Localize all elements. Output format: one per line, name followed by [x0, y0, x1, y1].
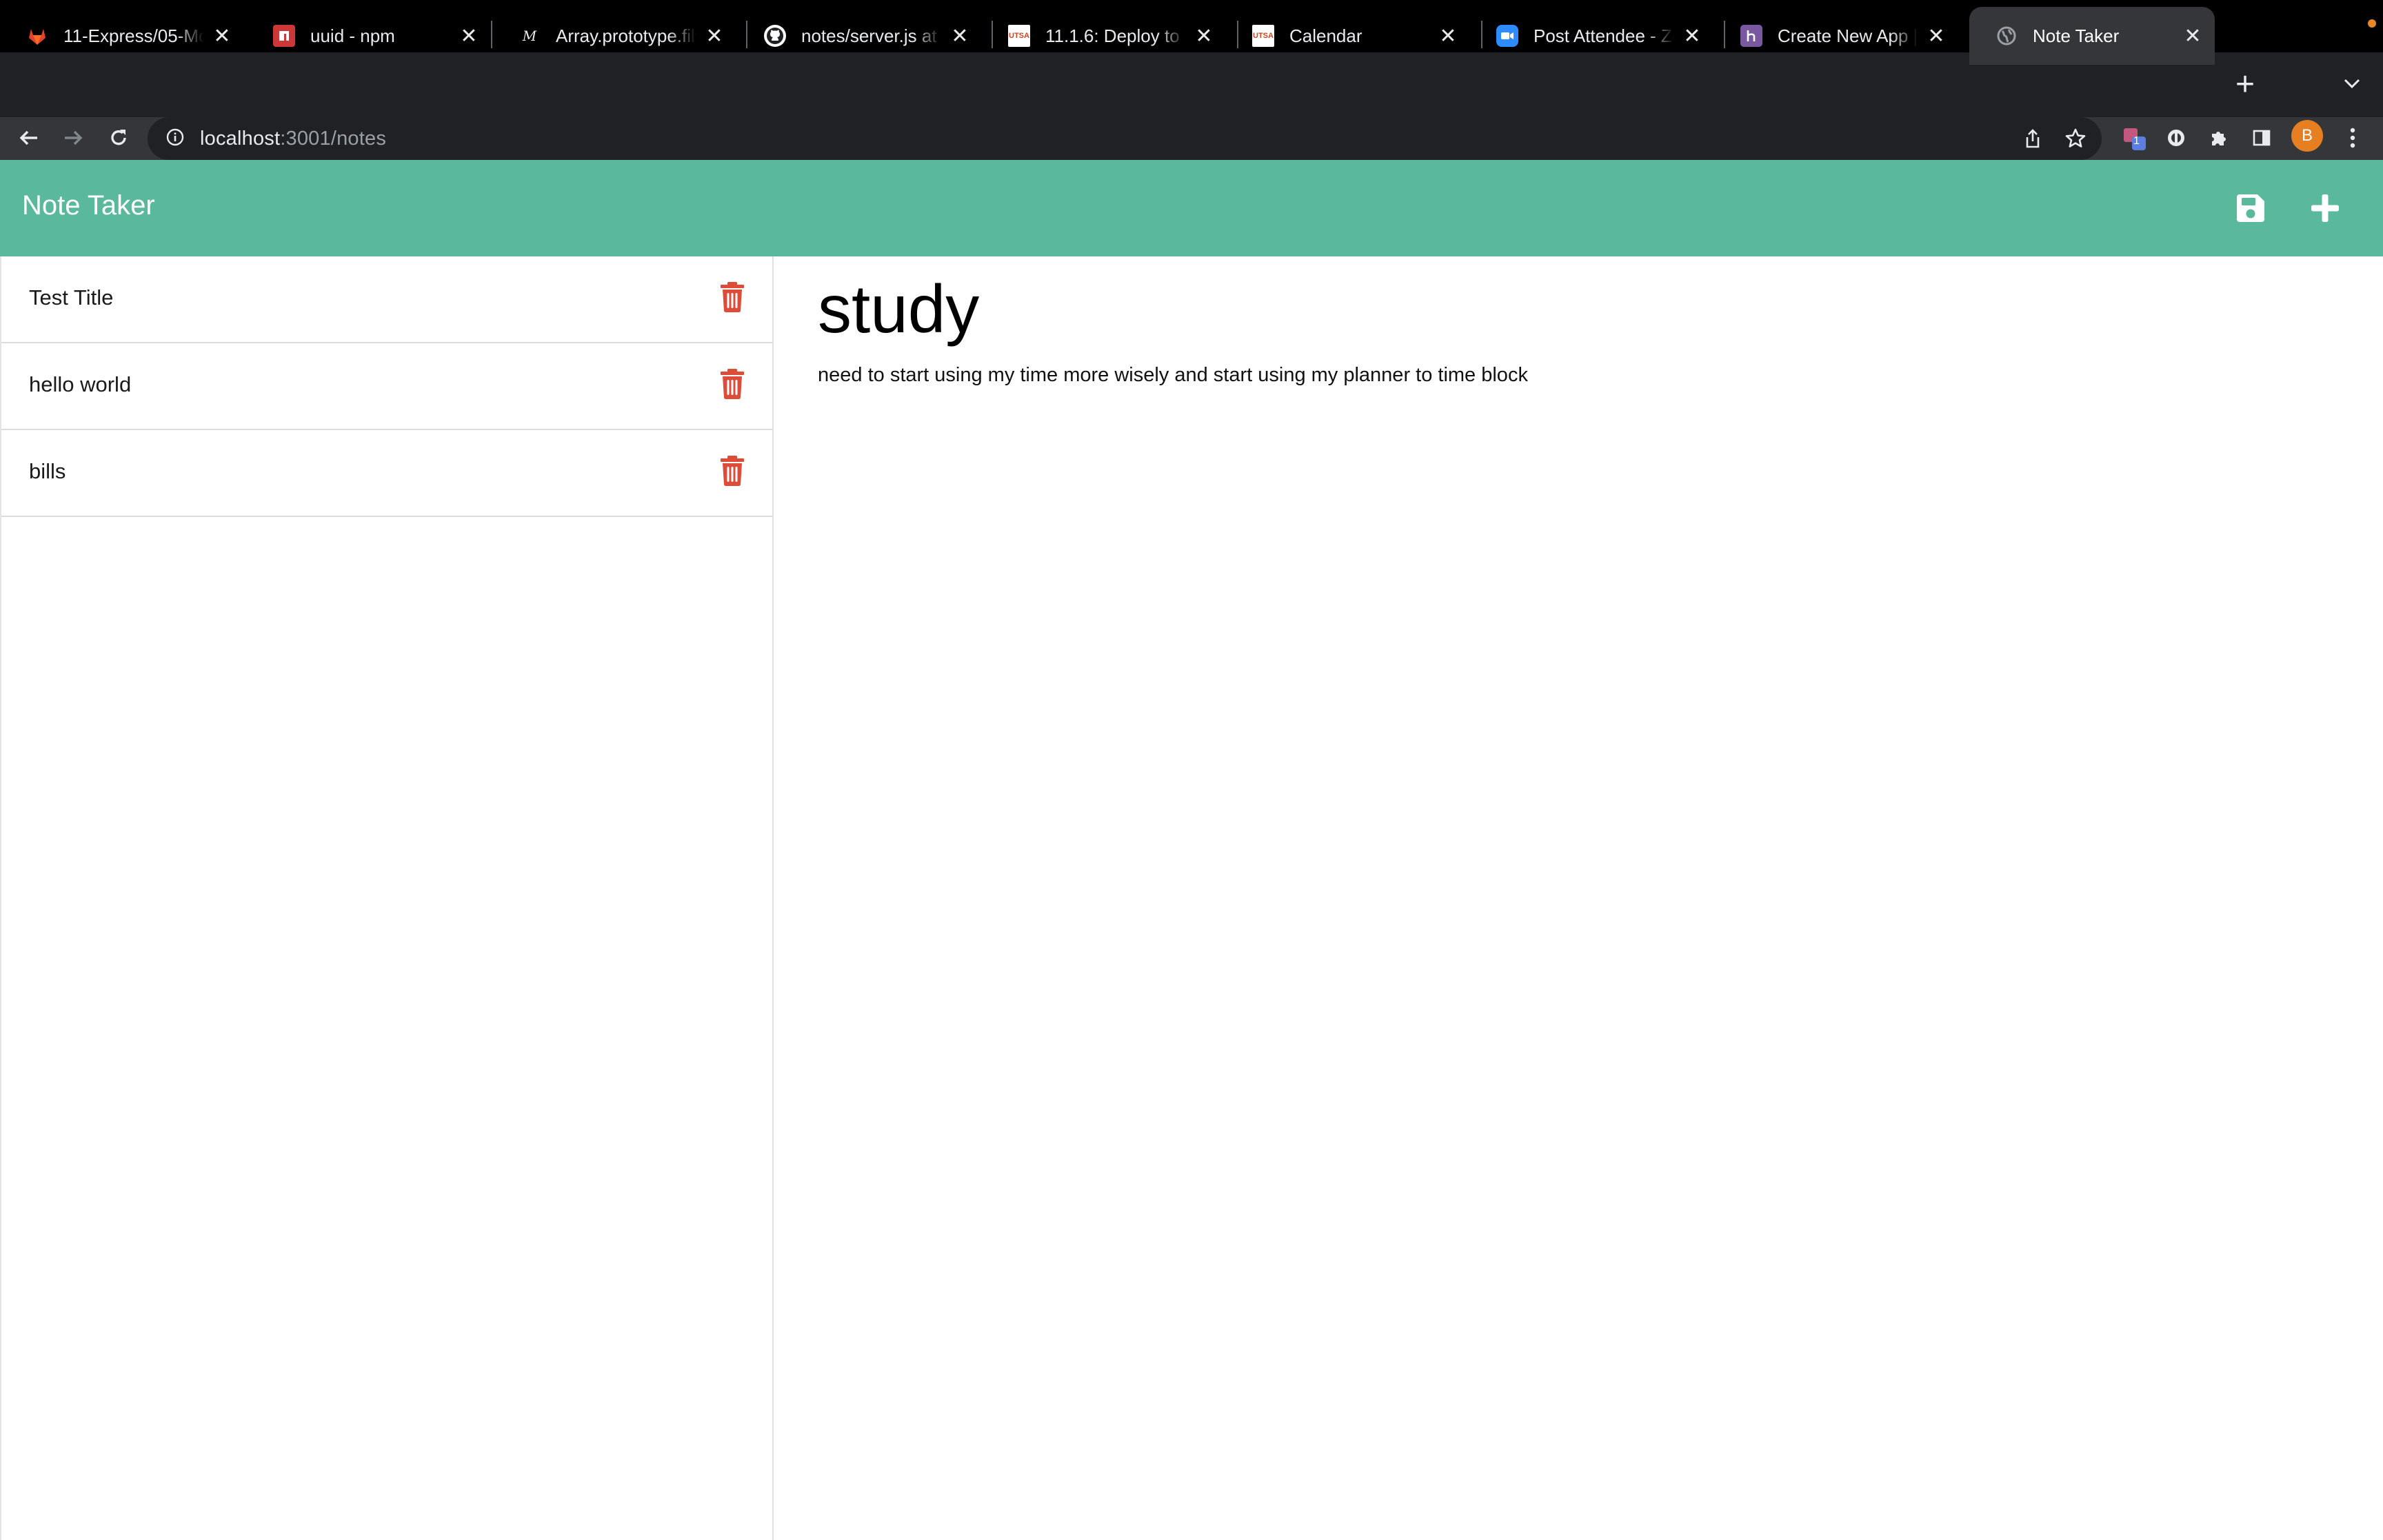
tab-title: Note Taker	[2033, 25, 2120, 46]
tab-title: Array.prototype.filter	[556, 25, 696, 46]
note-list-item[interactable]: hello world	[1, 343, 772, 430]
extension-badge-count: 1	[2133, 135, 2140, 147]
close-icon[interactable]: ✕	[2180, 23, 2205, 48]
note-list-item[interactable]: Test Title	[1, 256, 772, 343]
note-list-item[interactable]: bills	[1, 430, 772, 517]
tab-title: uuid - npm	[310, 25, 395, 46]
browser-tab[interactable]: UTSA Calendar ✕	[1226, 7, 1470, 65]
bookmark-star-icon[interactable]	[2059, 117, 2092, 160]
utsa-icon: UTSA	[1008, 25, 1030, 47]
note-list: Test Title hello world bills	[1, 256, 772, 517]
gitlab-icon	[26, 25, 48, 47]
address-bar[interactable]: localhost:3001/notes	[148, 117, 2102, 160]
tab-title: Create New App | He	[1778, 25, 1918, 46]
puzzle-extensions-icon[interactable]	[2200, 119, 2238, 157]
tab-title: 11-Express/05-Modu	[63, 25, 204, 46]
note-list-title[interactable]: Test Title	[29, 285, 113, 310]
browser-tab-active[interactable]: Note Taker ✕	[1969, 7, 2215, 65]
close-icon[interactable]: ✕	[210, 23, 234, 48]
close-icon[interactable]: ✕	[702, 23, 727, 48]
tab-title: 11.1.6: Deploy to He	[1045, 25, 1186, 46]
recording-indicator	[2368, 19, 2376, 28]
kebab-menu-icon[interactable]	[2333, 119, 2372, 157]
side-panel-icon[interactable]	[2242, 119, 2281, 157]
browser-tab[interactable]: uuid - npm ✕	[247, 7, 491, 65]
mdn-icon: M	[522, 28, 537, 44]
app-navbar: Note Taker	[0, 160, 2383, 256]
globe-icon	[1995, 25, 2018, 47]
forward-arrow-icon[interactable]	[54, 119, 92, 157]
note-text-field[interactable]: need to start using my time more wisely …	[818, 364, 2335, 387]
extension-badge-icon[interactable]: 1	[2115, 119, 2154, 157]
chevron-down-icon[interactable]	[2337, 69, 2366, 98]
utsa-icon: UTSA	[1252, 25, 1274, 47]
browser-tab[interactable]: UTSA 11.1.6: Deploy to He ✕	[982, 7, 1226, 65]
tab-title: Post Attendee - Zoo	[1534, 25, 1674, 46]
browser-tab[interactable]: M Array.prototype.filter ✕	[492, 7, 736, 65]
browser-tab[interactable]: notes/server.js at m ✕	[738, 7, 982, 65]
url-text[interactable]: localhost:3001/notes	[200, 128, 386, 150]
note-list-title[interactable]: bills	[29, 459, 66, 484]
trash-icon[interactable]	[718, 281, 746, 313]
info-icon[interactable]	[165, 128, 185, 150]
close-icon[interactable]: ✕	[947, 23, 972, 48]
zoom-icon	[1496, 25, 1518, 47]
trash-icon[interactable]	[718, 368, 746, 400]
reload-icon[interactable]	[99, 119, 138, 157]
navbar-brand[interactable]: Note Taker	[22, 190, 155, 221]
tab-title: Calendar	[1289, 25, 1363, 46]
new-note-icon[interactable]	[2303, 186, 2347, 230]
github-icon	[764, 25, 786, 47]
heroku-icon	[1740, 25, 1762, 47]
trash-icon[interactable]	[718, 455, 746, 487]
profile-avatar[interactable]: B	[2291, 120, 2323, 152]
notes-sidebar: Test Title hello world bills	[0, 256, 774, 1540]
back-arrow-icon[interactable]	[10, 119, 48, 157]
share-icon[interactable]	[2016, 117, 2049, 160]
note-list-title[interactable]: hello world	[29, 372, 131, 397]
app-viewport: Note Taker Test Title hello world bills …	[0, 160, 2383, 1540]
npm-icon	[273, 25, 295, 47]
browser-tab[interactable]: Post Attendee - Zoo ✕	[1470, 7, 1714, 65]
close-icon[interactable]: ✕	[1924, 23, 1949, 48]
close-icon[interactable]: ✕	[1436, 23, 1460, 48]
note-editor: study need to start using my time more w…	[818, 256, 2335, 387]
note-title-field[interactable]: study	[818, 269, 2335, 350]
close-icon[interactable]: ✕	[456, 23, 481, 48]
close-icon[interactable]: ✕	[1680, 23, 1705, 48]
save-note-icon[interactable]	[2229, 186, 2273, 230]
tab-title: notes/server.js at m	[801, 25, 942, 46]
close-icon[interactable]: ✕	[1192, 23, 1216, 48]
browser-tab[interactable]: Create New App | He ✕	[1714, 7, 1958, 65]
browser-tab[interactable]: 11-Express/05-Modu ✕	[0, 7, 244, 65]
extension-globe-icon[interactable]	[2157, 119, 2195, 157]
new-tab-button[interactable]: +	[2229, 66, 2262, 103]
